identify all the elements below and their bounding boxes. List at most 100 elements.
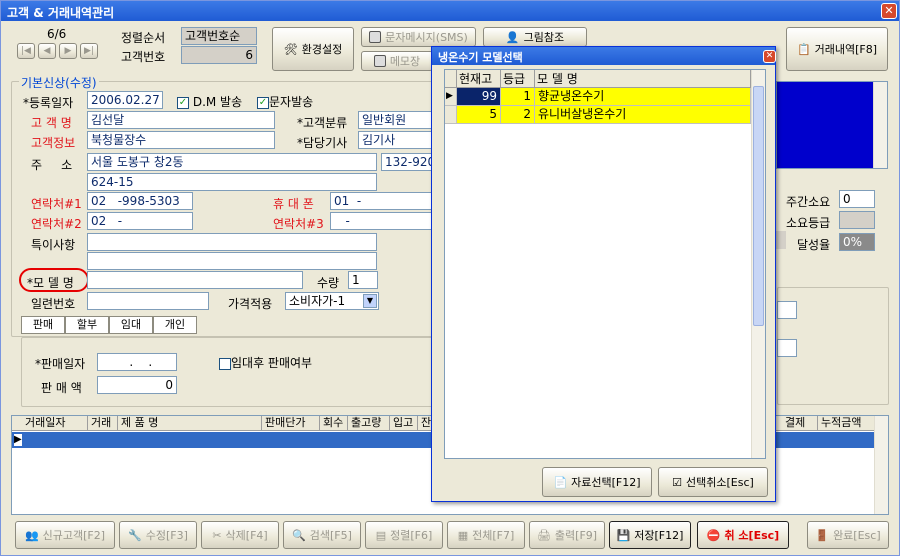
achieve-field: 0% bbox=[839, 233, 875, 251]
sort-button[interactable]: ▤ 정렬[F6] bbox=[365, 521, 443, 549]
name-field[interactable]: 김선달 bbox=[87, 111, 275, 129]
grid-col-model[interactable]: 모 델 명 bbox=[535, 70, 751, 88]
grid-scrollbar[interactable] bbox=[751, 70, 765, 458]
memo-icon bbox=[373, 55, 386, 67]
sms-button[interactable]: 문자메시지(SMS) bbox=[361, 27, 476, 47]
dialog-close-icon[interactable]: ✕ bbox=[763, 50, 776, 63]
category-label: *고객분류 bbox=[297, 116, 348, 130]
right-field-2[interactable] bbox=[777, 339, 797, 357]
row-pointer-icon bbox=[445, 106, 457, 124]
transaction-scrollbar[interactable] bbox=[874, 416, 888, 514]
address1-field[interactable]: 서울 도봉구 창2동 bbox=[87, 153, 377, 171]
tech-field[interactable]: 김기사 bbox=[358, 131, 434, 149]
phone2-label: 연락처#2 bbox=[31, 217, 82, 231]
category-field[interactable]: 일반회원 bbox=[358, 111, 434, 129]
info-field[interactable]: 북청물장수 bbox=[87, 131, 275, 149]
price-select[interactable]: 소비자가-1 ▼ bbox=[285, 292, 379, 310]
weekly-field[interactable]: 0 bbox=[839, 190, 875, 208]
new-customer-button[interactable]: 👥 신규고객[F2] bbox=[15, 521, 115, 549]
history-button[interactable]: 📋 거래내역[F8] bbox=[786, 27, 888, 71]
tab-sale[interactable]: 판매 bbox=[21, 316, 65, 334]
table-col-2[interactable]: 제 품 명 bbox=[118, 416, 262, 430]
model-field[interactable] bbox=[87, 271, 303, 289]
all-button[interactable]: ▦ 전체[F7] bbox=[447, 521, 525, 549]
check-icon: ✓ bbox=[177, 96, 189, 109]
grid-scroll-thumb[interactable] bbox=[753, 86, 764, 326]
window-close-icon[interactable]: ✕ bbox=[881, 3, 897, 19]
save-icon: 💾 bbox=[616, 528, 631, 542]
cancel-button[interactable]: ⛔ 취 소[Esc] bbox=[697, 521, 789, 549]
mobile-field[interactable]: 01 - bbox=[330, 192, 434, 210]
tab-installment[interactable]: 할부 bbox=[65, 316, 109, 334]
check-icon: ✓ bbox=[257, 96, 269, 109]
picture-button[interactable]: 👤 그림참조 bbox=[483, 27, 587, 47]
serial-label: 일련번호 bbox=[31, 297, 76, 311]
sale-date-field[interactable]: . . bbox=[97, 353, 177, 371]
edit-button[interactable]: 🔧 수정[F3] bbox=[119, 521, 197, 549]
sort-order-field[interactable]: 고객번호순 bbox=[181, 27, 257, 45]
customer-no-label: 고객번호 bbox=[121, 50, 166, 64]
right-indicator bbox=[776, 231, 786, 249]
table-col-5[interactable]: 출고량 bbox=[348, 416, 390, 430]
name-label: 고 객 명 bbox=[31, 116, 72, 130]
memo-button[interactable]: 메모장 bbox=[361, 51, 433, 71]
edit-icon: 🔧 bbox=[128, 528, 142, 542]
right-field-1[interactable] bbox=[777, 301, 797, 319]
search-button[interactable]: 🔍 검색[F5] bbox=[283, 521, 361, 549]
zipcode-field[interactable]: 132-920 bbox=[381, 153, 434, 171]
grid-col-stock[interactable]: 현재고 bbox=[457, 70, 501, 88]
tab-personal[interactable]: 개인 bbox=[153, 316, 197, 334]
chevron-down-icon[interactable]: ▼ bbox=[363, 294, 377, 308]
last-record-icon[interactable]: ▶| bbox=[80, 43, 98, 59]
grid-cell-model: 향균냉온수기 bbox=[535, 88, 751, 106]
cancel-select-button[interactable]: ☑ 선택취소[Esc] bbox=[658, 467, 768, 497]
tech-label: *담당기사 bbox=[297, 136, 348, 150]
search-icon: 🔍 bbox=[292, 528, 306, 542]
grade-field bbox=[839, 211, 875, 229]
note1-field[interactable] bbox=[87, 233, 377, 251]
sale-amount-field[interactable]: 0 bbox=[97, 376, 177, 394]
table-col-0[interactable]: 거래일자 bbox=[22, 416, 88, 430]
new-customer-icon: 👥 bbox=[24, 528, 39, 542]
phone1-field[interactable]: 02 -998-5303 bbox=[87, 192, 193, 210]
mobile-label: 휴 대 폰 bbox=[273, 197, 314, 211]
qty-field[interactable]: 1 bbox=[348, 271, 378, 289]
sms-checkbox[interactable]: ✓ 문자발송 bbox=[257, 93, 313, 110]
qty-label: 수량 bbox=[317, 276, 340, 290]
address-label: 주 소 bbox=[31, 158, 73, 172]
note2-field[interactable] bbox=[87, 252, 377, 270]
phone1-label: 연락처#1 bbox=[31, 197, 82, 211]
serial-field[interactable] bbox=[87, 292, 209, 310]
select-data-button[interactable]: 📄 자료선택[F12] bbox=[542, 467, 652, 497]
first-record-icon[interactable]: |◀ bbox=[17, 43, 35, 59]
next-record-icon[interactable]: ▶ bbox=[59, 43, 77, 59]
complete-button[interactable]: 🚪 완료[Esc] bbox=[807, 521, 889, 549]
save-button[interactable]: 💾 저장[F12] bbox=[609, 521, 691, 549]
table-col-8[interactable]: 결제 bbox=[782, 416, 818, 430]
address2-field[interactable]: 624-15 bbox=[87, 173, 377, 191]
table-col-1[interactable]: 거래 bbox=[88, 416, 118, 430]
grid-col-grade[interactable]: 등급 bbox=[501, 70, 535, 88]
rental-checkbox[interactable]: 임대후 판매여부 bbox=[219, 354, 312, 371]
delete-button[interactable]: ✂ 삭제[F4] bbox=[201, 521, 279, 549]
model-grid[interactable]: 현재고 등급 모 델 명 ▶ 99 1 향균냉온수기 5 2 유니버살냉온수기 bbox=[444, 69, 766, 459]
table-col-4[interactable]: 회수 bbox=[320, 416, 348, 430]
env-settings-button[interactable]: 🛠 환경설정 bbox=[272, 27, 354, 71]
customer-memo-panel[interactable] bbox=[776, 81, 888, 169]
reg-date-field[interactable]: 2006.02.27 bbox=[87, 91, 163, 109]
phone2-field[interactable]: 02 - bbox=[87, 212, 193, 230]
row-pointer-icon: ▶ bbox=[445, 88, 457, 106]
table-col-3[interactable]: 판매단가 bbox=[262, 416, 320, 430]
grid-corner bbox=[445, 70, 457, 88]
phone3-field[interactable]: - bbox=[330, 212, 434, 230]
dm-checkbox[interactable]: ✓ D.M 발송 bbox=[177, 93, 242, 110]
print-icon: 🖨 bbox=[536, 528, 551, 542]
delete-icon: ✂ bbox=[212, 528, 222, 542]
table-col-6[interactable]: 입고 bbox=[390, 416, 418, 430]
print-button[interactable]: 🖨 출력[F9] bbox=[529, 521, 605, 549]
prev-record-icon[interactable]: ◀ bbox=[38, 43, 56, 59]
window-title: 고객 & 거래내역관리 bbox=[7, 6, 115, 20]
memo-scrollbar[interactable] bbox=[873, 82, 887, 168]
table-col-7[interactable]: 잔 bbox=[418, 416, 432, 430]
tab-rental[interactable]: 임대 bbox=[109, 316, 153, 334]
